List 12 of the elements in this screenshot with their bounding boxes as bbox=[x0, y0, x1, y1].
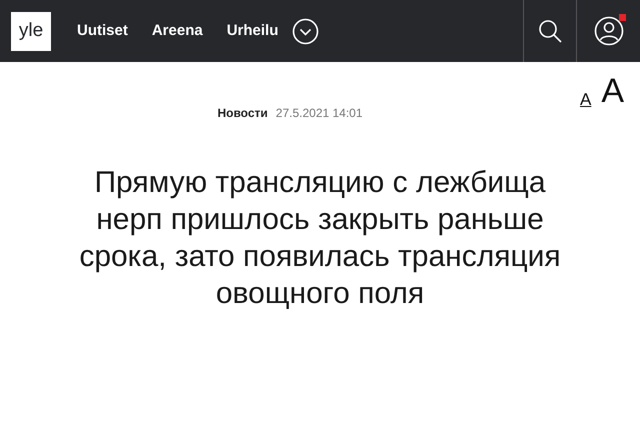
nav-link[interactable]: Uutiset bbox=[77, 20, 128, 42]
chevron-down-icon[interactable] bbox=[292, 18, 320, 44]
search-icon[interactable] bbox=[537, 18, 563, 44]
publish-date: 27.5.2021 14:01 bbox=[276, 105, 363, 122]
nav-link[interactable]: Urheilu bbox=[226, 20, 278, 42]
nav-link[interactable]: Areena bbox=[152, 20, 203, 42]
logo[interactable]: yle bbox=[11, 12, 51, 50]
text-size-button[interactable]: A bbox=[580, 91, 592, 108]
user-icon[interactable] bbox=[594, 16, 624, 46]
category-label: Новости bbox=[217, 105, 268, 122]
headline: Прямую трансляцию с лежбища нерп пришлось закрыть раньше срока, зато появилась трансляция овощного поля bbox=[78, 165, 562, 312]
text-size-button[interactable]: A bbox=[601, 74, 624, 108]
